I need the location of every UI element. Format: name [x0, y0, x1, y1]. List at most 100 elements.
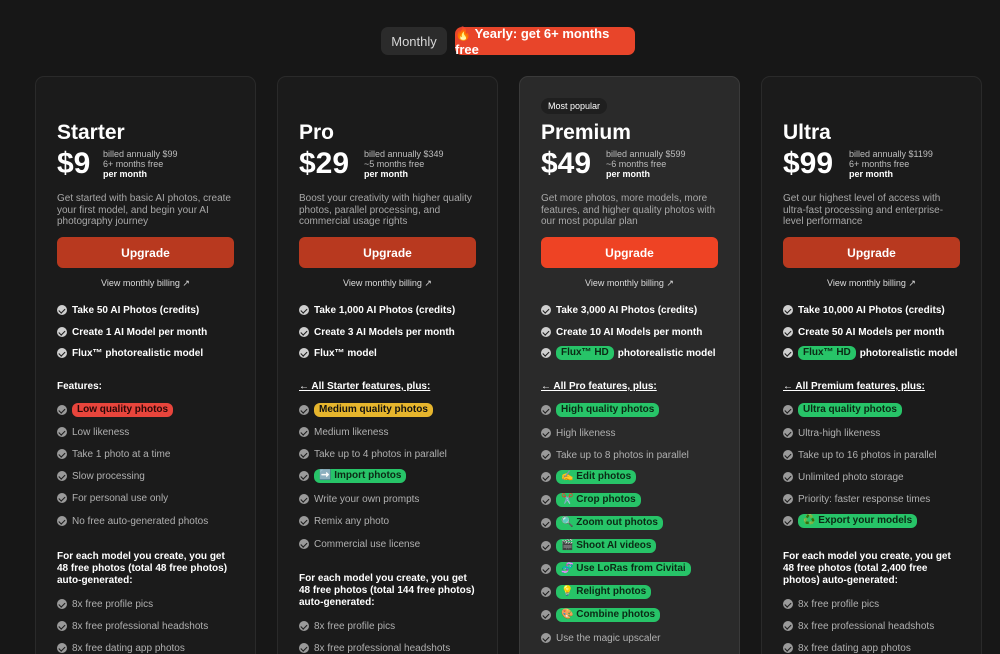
core-item: Create 50 AI Models per month — [783, 323, 960, 341]
upgrade-button[interactable]: Upgrade — [541, 237, 718, 268]
check-icon — [299, 471, 309, 481]
feature-item: High quality photos — [541, 401, 718, 419]
plan-card-premium: Most popular Premium $49 billed annually… — [519, 76, 740, 654]
core-item: Take 10,000 AI Photos (credits) — [783, 301, 960, 319]
feature-item: 💡 Relight photos — [541, 583, 718, 601]
core-item: Take 50 AI Photos (credits) — [57, 301, 234, 319]
plan-price: $49 — [541, 147, 592, 180]
feature-item: For personal use only — [57, 489, 234, 507]
upgrade-button[interactable]: Upgrade — [783, 237, 960, 268]
check-icon — [783, 327, 793, 337]
core-item: Flux™ HD photorealistic model — [783, 344, 960, 362]
feature-item: 🎬 Shoot AI videos — [541, 537, 718, 555]
feature-item: Slow processing — [57, 467, 234, 485]
feature-item: Ultra quality photos — [783, 401, 960, 419]
check-icon — [57, 493, 67, 503]
features-header[interactable]: ← All Premium features, plus: — [783, 381, 960, 392]
plan-price: $9 — [57, 147, 91, 180]
plan-name: Premium — [541, 121, 631, 144]
check-icon — [57, 621, 67, 631]
core-item: Create 3 AI Models per month — [299, 323, 476, 341]
plan-card-ultra: Ultra $99 billed annually $1199 6+ months… — [761, 76, 982, 654]
free-item: 8x free professional headshots — [57, 617, 234, 635]
core-item: Flux™ model — [299, 344, 476, 362]
free-item: 8x free professional headshots — [783, 617, 960, 635]
view-monthly-billing-link[interactable]: View monthly billing ↗ — [57, 278, 234, 289]
check-icon — [299, 643, 309, 653]
check-icon — [541, 564, 551, 574]
features-header: Features: — [57, 381, 103, 392]
feature-item: Low quality photos — [57, 401, 234, 419]
check-icon — [541, 495, 551, 505]
check-icon — [299, 539, 309, 549]
check-icon — [57, 471, 67, 481]
free-item: 8x free profile pics — [57, 595, 234, 613]
features-header[interactable]: ← All Starter features, plus: — [299, 381, 476, 392]
yearly-toggle-button[interactable]: 🔥 Yearly: get 6+ months free — [455, 26, 635, 57]
check-icon — [541, 541, 551, 551]
check-icon — [299, 305, 309, 315]
most-popular-badge: Most popular — [541, 98, 608, 114]
feature-item: Take up to 4 photos in parallel — [299, 445, 476, 463]
check-icon — [541, 428, 551, 438]
free-photos-header: For each model you create, you get 48 fr… — [57, 551, 228, 586]
view-monthly-billing-link[interactable]: View monthly billing ↗ — [541, 278, 718, 289]
feature-item: 🎨 Combine photos — [541, 606, 718, 624]
upgrade-button[interactable]: Upgrade — [299, 237, 476, 268]
free-photos-header: For each model you create, you get 48 fr… — [299, 573, 475, 608]
plan-description: Get started with basic AI photos, create… — [57, 193, 231, 227]
check-icon — [783, 643, 793, 653]
feature-item: Ultra-high likeness — [783, 424, 960, 442]
feature-item: ✂️ Crop photos — [541, 491, 718, 509]
check-icon — [541, 305, 551, 315]
plan-billing: billed annually $1199 6+ months free per m… — [849, 149, 933, 179]
plan-billing: billed annually $599 ~6 months free per mo… — [606, 149, 686, 179]
check-icon — [541, 348, 551, 358]
check-icon — [57, 405, 67, 415]
free-item: 8x free profile pics — [783, 595, 960, 613]
view-monthly-billing-link[interactable]: View monthly billing ↗ — [299, 278, 476, 289]
check-icon — [541, 327, 551, 337]
feature-item: ♻️ Export your models — [783, 512, 960, 530]
core-item: Take 1,000 AI Photos (credits) — [299, 301, 476, 319]
feature-item: No free auto-generated photos — [57, 512, 234, 530]
feature-item: Low likeness — [57, 423, 234, 441]
feature-item: Take up to 8 photos in parallel — [541, 446, 718, 464]
check-icon — [541, 633, 551, 643]
core-item: Flux™ HD photorealistic model — [541, 344, 718, 362]
check-icon — [783, 494, 793, 504]
plan-billing: billed annually $349 ~5 months free per mo… — [364, 149, 444, 179]
check-icon — [541, 405, 551, 415]
view-monthly-billing-link[interactable]: View monthly billing ↗ — [783, 278, 960, 289]
plan-name: Pro — [299, 121, 335, 144]
check-icon — [783, 405, 793, 415]
feature-item: 🧬 Use LoRas from Civitai — [541, 560, 718, 578]
free-photos-header: For each model you create, you get 48 fr… — [783, 551, 951, 586]
check-icon — [783, 516, 793, 526]
check-icon — [783, 305, 793, 315]
feature-item: Medium quality photos — [299, 401, 476, 419]
feature-item: ✍️ Edit photos — [541, 468, 718, 486]
check-icon — [541, 472, 551, 482]
check-icon — [541, 610, 551, 620]
plan-card-pro: Pro $29 billed annually $349 ~5 months fr… — [277, 76, 498, 654]
check-icon — [299, 494, 309, 504]
check-icon — [541, 518, 551, 528]
free-item: 8x free professional headshots — [299, 639, 476, 654]
free-item: 8x free dating app photos — [57, 639, 234, 654]
upgrade-button[interactable]: Upgrade — [57, 237, 234, 268]
feature-item: High likeness — [541, 424, 718, 442]
plan-name: Starter — [57, 121, 125, 144]
core-item: Create 1 AI Model per month — [57, 323, 234, 341]
check-icon — [541, 450, 551, 460]
features-header[interactable]: ← All Pro features, plus: — [541, 381, 718, 392]
plan-billing: billed annually $99 6+ months free per mon… — [103, 149, 178, 179]
feature-item: Remix any photo — [299, 512, 476, 530]
monthly-toggle-button[interactable]: Monthly — [381, 27, 447, 55]
free-item: 8x free dating app photos — [783, 639, 960, 654]
check-icon — [57, 599, 67, 609]
feature-item: Unlimited photo storage — [783, 468, 960, 486]
feature-item: Take 1 photo at a time — [57, 445, 234, 463]
plan-description: Get more photos, more models, more featu… — [541, 193, 715, 227]
feature-item: 🔍 Zoom out photos — [541, 514, 718, 532]
